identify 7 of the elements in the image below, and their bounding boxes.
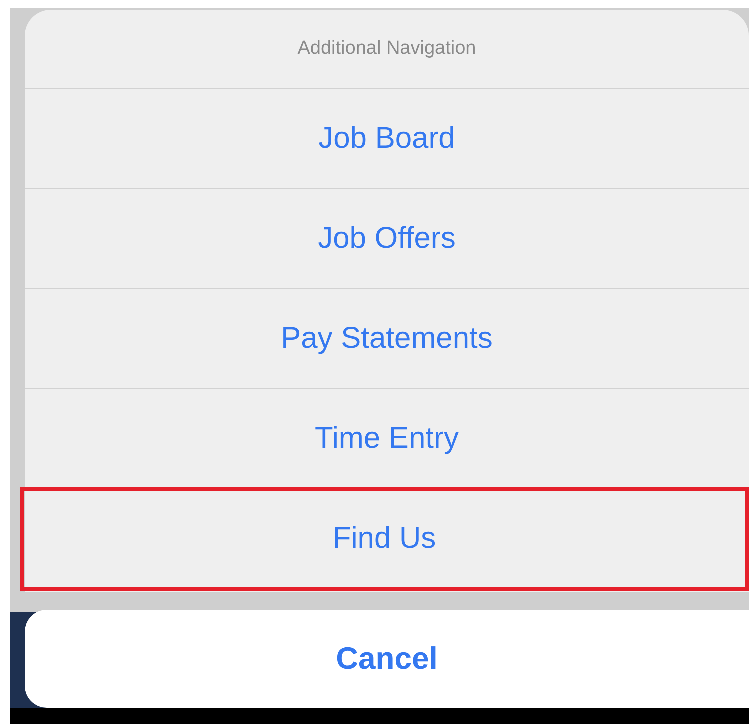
cancel-button[interactable]: Cancel — [25, 610, 749, 708]
menu-item[interactable]: Job Board — [25, 89, 749, 189]
menu-item[interactable]: Pay Statements — [25, 289, 749, 389]
menu-item[interactable]: Find Us — [22, 489, 747, 589]
menu-item[interactable]: Time Entry — [25, 389, 749, 489]
sheet-title: Additional Navigation — [298, 38, 476, 60]
menu-item[interactable]: Job Offers — [25, 189, 749, 289]
